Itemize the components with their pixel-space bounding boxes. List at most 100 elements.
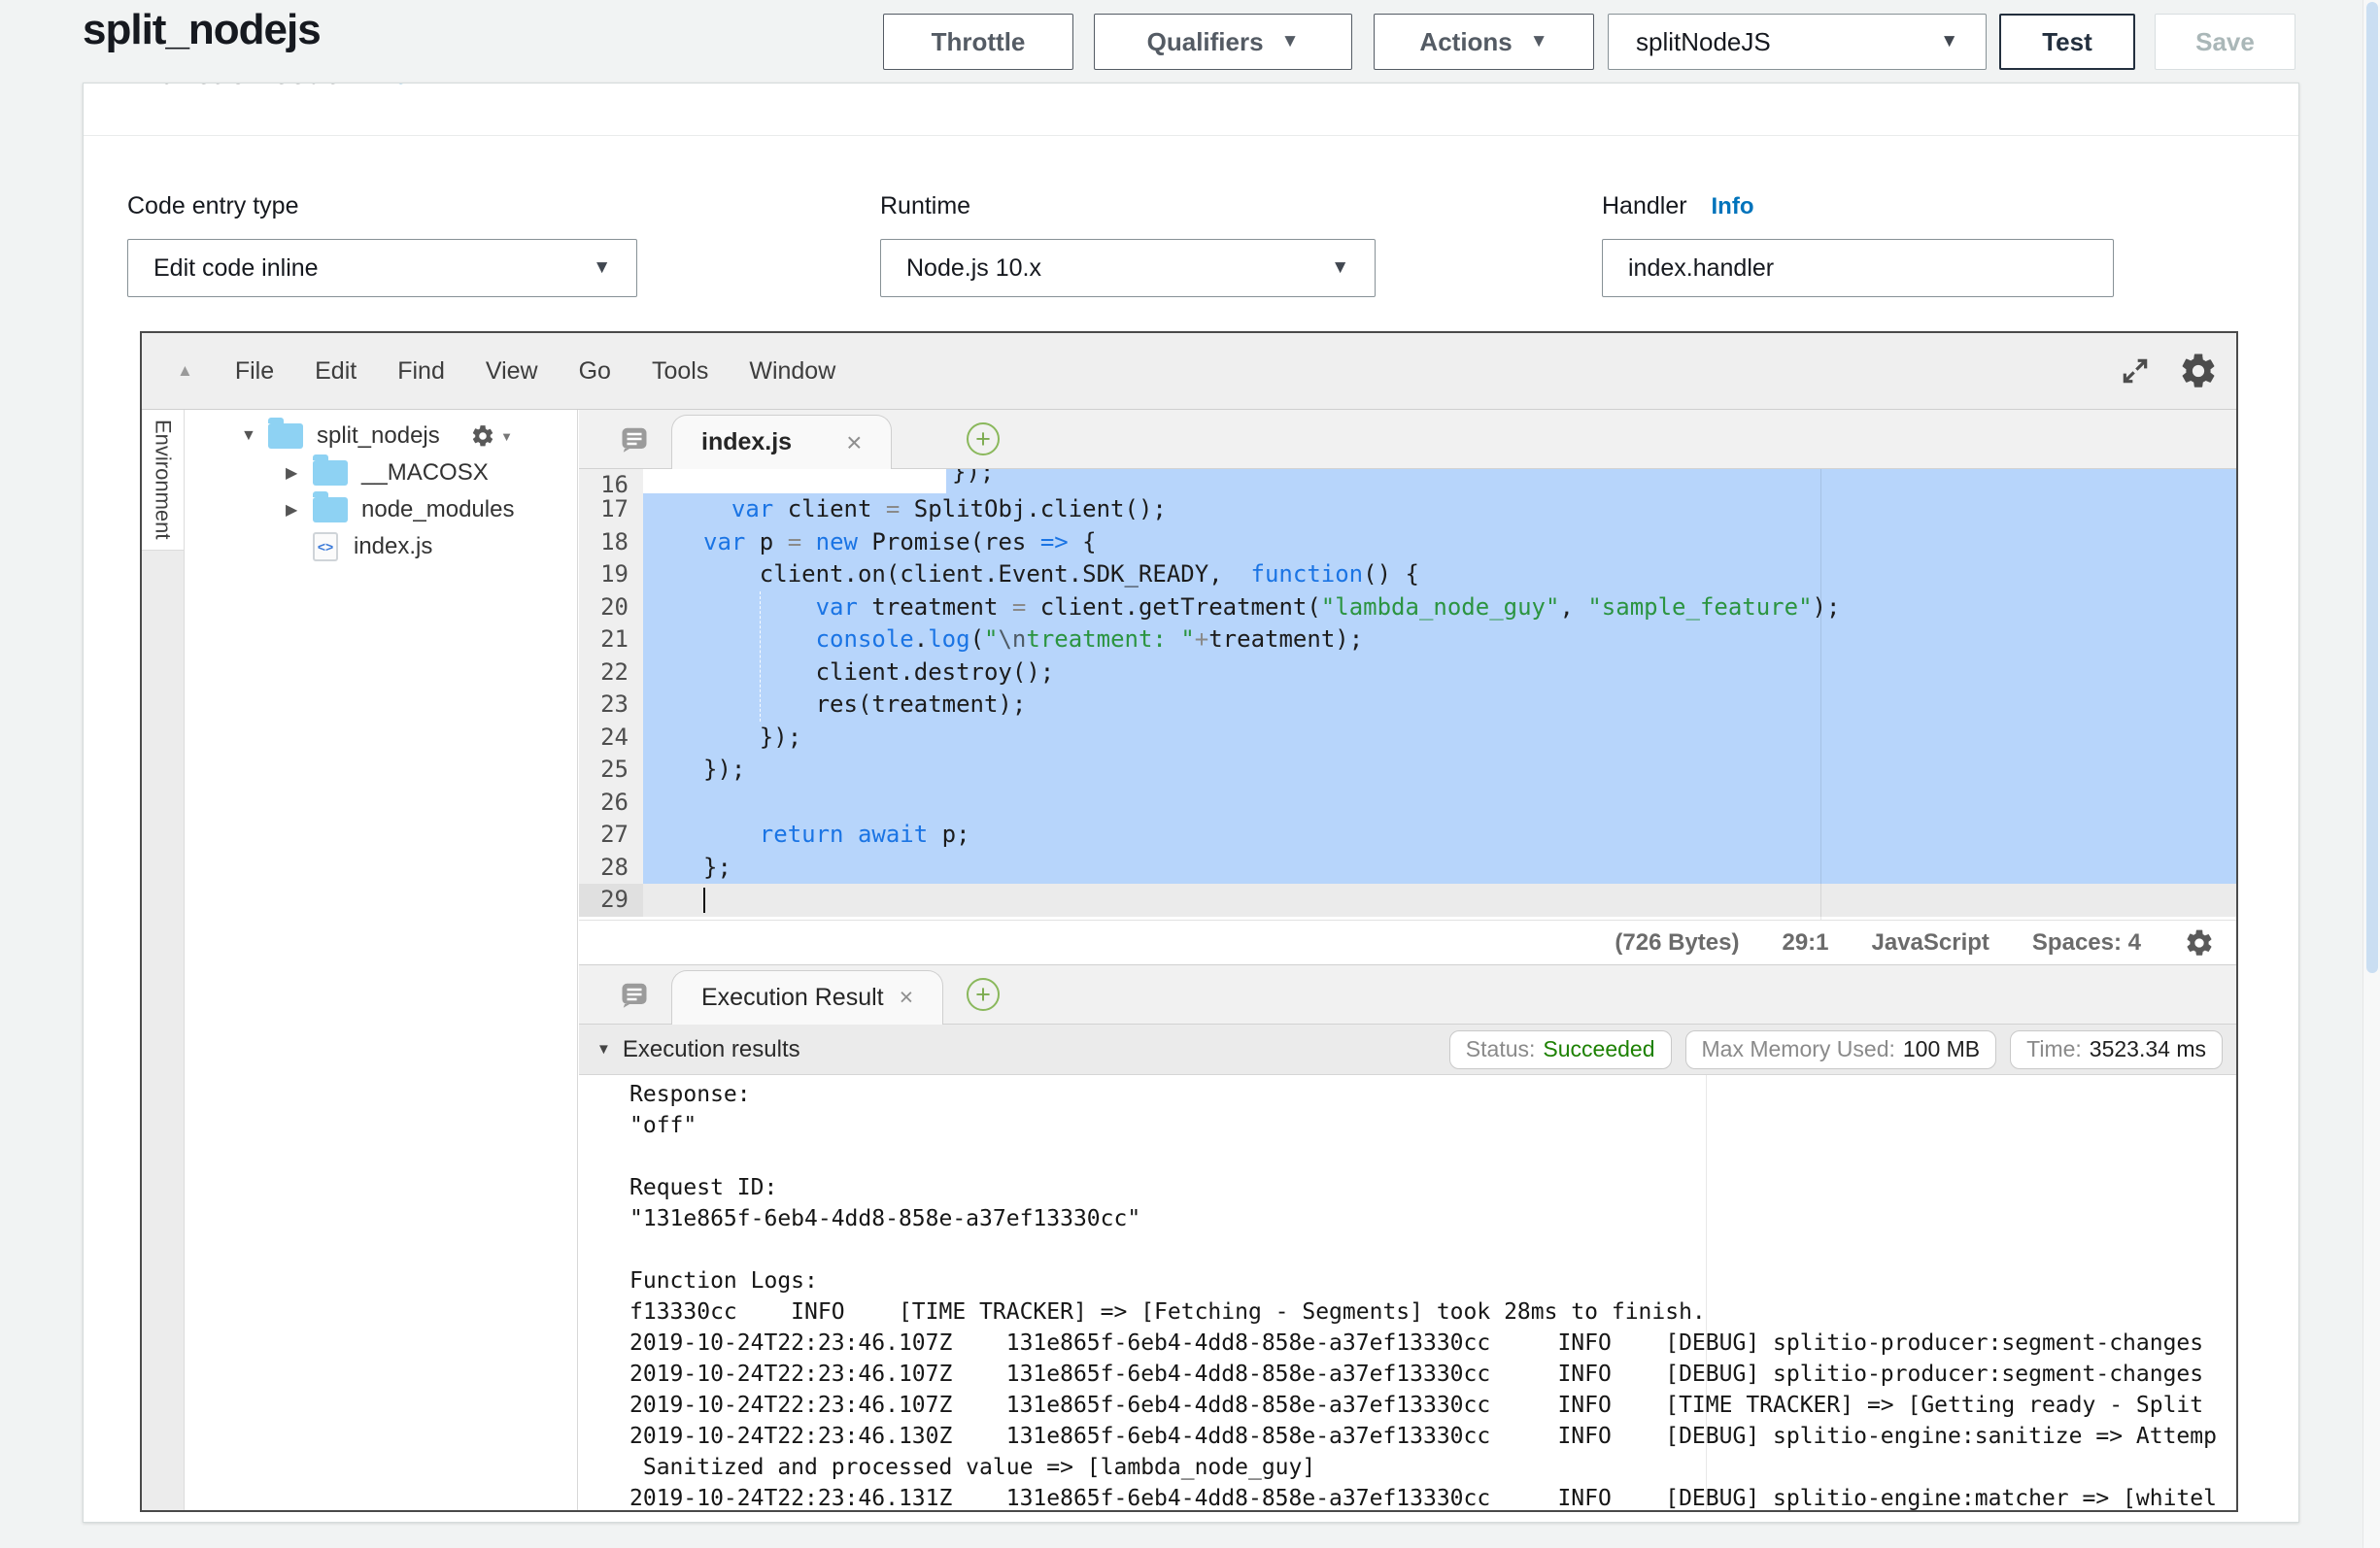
code-line-text: };: [643, 852, 2236, 885]
tree-item-label: node_modules: [361, 496, 514, 523]
code-entry-type-label: Code entry type: [127, 192, 299, 220]
function-code-card: Function codeInfo Code entry type Edit c…: [83, 83, 2299, 1523]
gutter-line-number: 25: [579, 754, 643, 787]
triangle-down-icon: ▼: [596, 1041, 611, 1058]
cursor-position-indicator: 29:1: [1782, 929, 1828, 957]
file-tree-panel: ▼split_nodejs▼▶__MACOSX▶node_modules<>in…: [185, 410, 578, 1510]
tree-item-label: index.js: [354, 533, 432, 560]
tree-item-node-modules[interactable]: ▶ node_modules: [185, 491, 577, 528]
runtime-select[interactable]: Node.js 10.x ▼: [880, 239, 1376, 297]
code-entry-type-select[interactable]: Edit code inline ▼: [127, 239, 637, 297]
execution-result-badges: Status:SucceededMax Memory Used:100 MBTi…: [1449, 1030, 2223, 1069]
tab-close-icon[interactable]: ×: [846, 429, 862, 456]
gutter-line-number: 26: [579, 787, 643, 820]
folder-icon: [268, 423, 303, 449]
editor-menubar: ▲ FileEditFindViewGoToolsWindow: [142, 333, 2236, 410]
menu-file[interactable]: File: [215, 357, 294, 385]
code-line-19: 19 client.on(client.Event.SDK_READY, fun…: [579, 558, 2236, 591]
tree-caret-icon[interactable]: ▼: [241, 427, 268, 445]
tree-caret-icon[interactable]: ▶: [286, 500, 313, 520]
tab-close-icon[interactable]: ×: [900, 986, 914, 1010]
badge-status-: Status:Succeeded: [1449, 1030, 1672, 1069]
menu-find[interactable]: Find: [377, 357, 465, 385]
tab-index-js[interactable]: index.js ×: [671, 415, 892, 469]
tree-item-split-nodejs[interactable]: ▼split_nodejs▼: [185, 418, 577, 454]
tree-settings-gear-icon[interactable]: ▼: [470, 423, 513, 449]
new-tab-plus-icon[interactable]: +: [967, 422, 1000, 455]
actions-button[interactable]: Actions ▼: [1374, 14, 1594, 70]
log-line: 2019-10-24T22:23:46.107Z 131e865f-6eb4-4…: [629, 1390, 2236, 1421]
chevron-down-icon: ▼: [1281, 31, 1300, 52]
log-line: Request ID:: [629, 1172, 2236, 1203]
menu-go[interactable]: Go: [559, 357, 631, 385]
actions-button-label: Actions: [1419, 27, 1512, 57]
code-editor-area[interactable]: 16 }); 17 var client = SplitObj.client()…: [579, 469, 2236, 920]
code-line-26: 26: [579, 787, 2236, 820]
cloud9-editor: ▲ FileEditFindViewGoToolsWindow: [140, 331, 2238, 1512]
log-line: [629, 1234, 2236, 1265]
text-cursor: [703, 888, 705, 913]
fullscreen-icon[interactable]: [2120, 355, 2151, 387]
test-button[interactable]: Test: [1999, 14, 2135, 70]
new-tab-plus-icon[interactable]: +: [967, 978, 1000, 1011]
gutter-line-number: 19: [579, 558, 643, 591]
menu-view[interactable]: View: [465, 357, 559, 385]
tab-list-icon[interactable]: [620, 980, 649, 1014]
statusbar-gear-icon[interactable]: [2184, 927, 2215, 959]
menubar-icons: [2120, 351, 2236, 391]
environment-tab[interactable]: Environment: [142, 410, 184, 551]
code-line-text: var p = new Promise(res => {: [643, 526, 2236, 559]
execution-results-title: Execution results: [623, 1036, 800, 1063]
tab-execution-result-label: Execution Result: [701, 984, 884, 1012]
handler-value: index.handler: [1628, 254, 1774, 283]
execution-results-header: ▼ Execution results Status:SucceededMax …: [579, 1025, 2236, 1075]
test-button-label: Test: [2042, 27, 2092, 57]
execution-results-log[interactable]: Response:"off" Request ID:"131e865f-6eb4…: [579, 1075, 2236, 1510]
handler-info-link[interactable]: Info: [1712, 193, 1754, 219]
tab-list-icon[interactable]: [620, 424, 649, 458]
qualifiers-button[interactable]: Qualifiers ▼: [1094, 14, 1352, 70]
menu-tools[interactable]: Tools: [631, 357, 729, 385]
log-line: 2019-10-24T22:23:46.130Z 131e865f-6eb4-4…: [629, 1421, 2236, 1452]
handler-input[interactable]: index.handler: [1602, 239, 2114, 297]
indentation-selector[interactable]: Spaces: 4: [2032, 929, 2141, 957]
code-line-27: 27 return await p;: [579, 819, 2236, 852]
code-line-23: 23 res(treatment);: [579, 689, 2236, 722]
chevron-down-icon: ▼: [593, 257, 611, 279]
test-event-select[interactable]: splitNodeJS ▼: [1608, 14, 1987, 70]
code-line-25: 25});: [579, 754, 2236, 787]
gutter-line-number: 29: [579, 884, 643, 917]
code-line-22: 22 client.destroy();: [579, 656, 2236, 690]
gutter-line-number: 20: [579, 591, 643, 624]
save-button-label: Save: [2195, 27, 2255, 57]
collapse-menubar-icon[interactable]: ▲: [177, 361, 193, 381]
editor-tabrow: index.js × +: [579, 410, 2236, 469]
code-line-text: res(treatment);: [643, 689, 2236, 722]
editor-settings-gear-icon[interactable]: [2178, 351, 2219, 391]
clipped-section-heading: Function codeInfo: [142, 84, 409, 91]
handler-label: Handler Info: [1602, 192, 1754, 220]
code-line-text: return await p;: [643, 819, 2236, 852]
tree-item--macosx[interactable]: ▶__MACOSX: [185, 454, 577, 491]
tree-item-index-js[interactable]: <>index.js: [185, 528, 577, 565]
throttle-button[interactable]: Throttle: [883, 14, 1073, 70]
tree-caret-icon[interactable]: ▶: [286, 463, 313, 483]
code-line-28: 28};: [579, 852, 2236, 885]
code-line-text: [643, 787, 2236, 820]
scrollbar-thumb[interactable]: [2366, 2, 2378, 973]
handler-label-text: Handler: [1602, 192, 1687, 219]
folder-icon: [313, 497, 348, 522]
code-line-24: 24 });: [579, 722, 2236, 755]
execution-results-toggle[interactable]: ▼ Execution results: [596, 1036, 800, 1063]
menu-edit[interactable]: Edit: [294, 357, 377, 385]
tab-execution-result[interactable]: Execution Result ×: [671, 970, 943, 1025]
code-line-21: 21 console.log("\ntreatment: "+treatment…: [579, 623, 2236, 656]
gutter-line-number: 21: [579, 623, 643, 656]
gutter-line-number: 17: [579, 493, 643, 526]
log-line: [629, 1141, 2236, 1172]
language-mode-selector[interactable]: JavaScript: [1872, 929, 1989, 957]
chevron-down-icon: ▼: [1940, 31, 1958, 52]
save-button-disabled[interactable]: Save: [2155, 14, 2295, 70]
page-scrollbar: [2363, 0, 2380, 1548]
menu-window[interactable]: Window: [729, 357, 856, 385]
